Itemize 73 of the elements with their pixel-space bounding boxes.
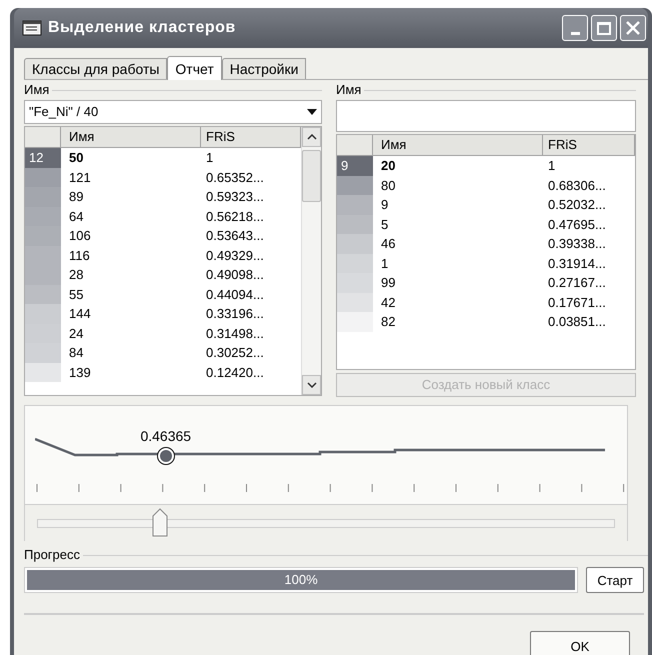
table-cell: 0.56218... <box>206 208 264 224</box>
table-cell: 24 <box>69 326 84 340</box>
maximize-button[interactable] <box>591 15 617 41</box>
ok-button[interactable]: OK <box>530 631 630 655</box>
dropdown-arrow-icon <box>307 109 317 115</box>
combo-box[interactable]: "Fe_Ni" / 40 <box>24 100 322 124</box>
table-cell: 0.59323... <box>206 189 264 204</box>
minimize-button[interactable] <box>562 15 588 41</box>
table-cell: 50 <box>69 150 84 165</box>
table-cell: 82 <box>381 314 396 329</box>
table-cell: 0.31914... <box>548 256 606 270</box>
table-cell: 116 <box>69 248 90 262</box>
slider[interactable] <box>37 508 615 538</box>
table-cell: 5 <box>381 216 388 232</box>
table-cell: 0.03851... <box>548 314 606 329</box>
group-label: Имя <box>24 83 50 97</box>
window-title: Выделение кластеров <box>48 18 236 38</box>
row-index: 9 <box>341 158 348 173</box>
table-cell: 28 <box>69 267 84 282</box>
table-cell: 1 <box>548 158 556 173</box>
column-header[interactable]: Имя <box>61 127 201 147</box>
scroll-up-icon[interactable] <box>306 134 316 140</box>
table-cell: 0.31498... <box>206 326 264 340</box>
table-cell: 0.53643... <box>206 228 264 243</box>
table-cell: 9 <box>381 197 388 212</box>
table-cell: 0.47695... <box>548 216 606 232</box>
table-cell: 0.49098... <box>206 267 264 282</box>
column-header[interactable]: Имя <box>373 135 543 155</box>
table-cell: 121 <box>69 170 91 184</box>
name-field[interactable] <box>336 100 636 132</box>
scrollbar[interactable] <box>301 127 321 395</box>
scroll-down-icon[interactable] <box>306 382 316 388</box>
close-button[interactable] <box>620 15 646 41</box>
group-label: Имя <box>336 83 362 97</box>
marker-value: 0.46365 <box>140 428 192 444</box>
table-cell: 0.52032... <box>548 197 606 212</box>
table-cell: 80 <box>381 178 396 192</box>
column-header[interactable]: FRiS <box>543 135 635 155</box>
table-cell: 55 <box>69 286 84 302</box>
table-cell: 0.27167... <box>548 275 606 290</box>
tab[interactable]: Настройки <box>222 58 306 79</box>
close-icon <box>625 20 641 36</box>
table-cell: 144 <box>69 306 91 321</box>
progress-label: Прогресс <box>24 548 80 562</box>
scrollbar-thumb[interactable] <box>302 150 321 202</box>
tab[interactable]: Отчет <box>167 56 222 80</box>
start-button[interactable]: Старт <box>586 567 644 594</box>
slider-thumb[interactable] <box>152 508 168 538</box>
tab[interactable]: Классы для работы <box>24 58 168 79</box>
row-index: 12 <box>29 150 44 165</box>
table-cell: 0.30252... <box>206 345 264 360</box>
table-cell: 42 <box>381 294 396 310</box>
table-cell: 1 <box>381 256 388 270</box>
table-cell: 46 <box>381 236 396 251</box>
table-cell: 0.12420... <box>206 364 264 380</box>
table-cell: 0.49329... <box>206 248 264 262</box>
table-cell: 89 <box>69 189 84 204</box>
table-cell: 139 <box>69 364 91 380</box>
table-cell: 0.68306... <box>548 178 606 192</box>
table-cell: 64 <box>69 208 84 224</box>
table-cell: 0.33196... <box>206 306 264 321</box>
table-cell: 0.65352... <box>206 170 264 184</box>
table-cell: 84 <box>69 345 84 360</box>
table-cell: 99 <box>381 275 396 290</box>
table-cell: 1 <box>206 150 214 165</box>
progress-text: 100% <box>283 571 319 590</box>
window-icon <box>22 20 42 36</box>
table-cell: 0.39338... <box>548 236 606 251</box>
table-cell: 0.44094... <box>206 286 264 302</box>
table-cell: 0.17671... <box>548 294 606 310</box>
table-cell: 106 <box>69 228 91 243</box>
marker-icon[interactable] <box>156 446 176 466</box>
table-cell: 20 <box>381 158 396 173</box>
